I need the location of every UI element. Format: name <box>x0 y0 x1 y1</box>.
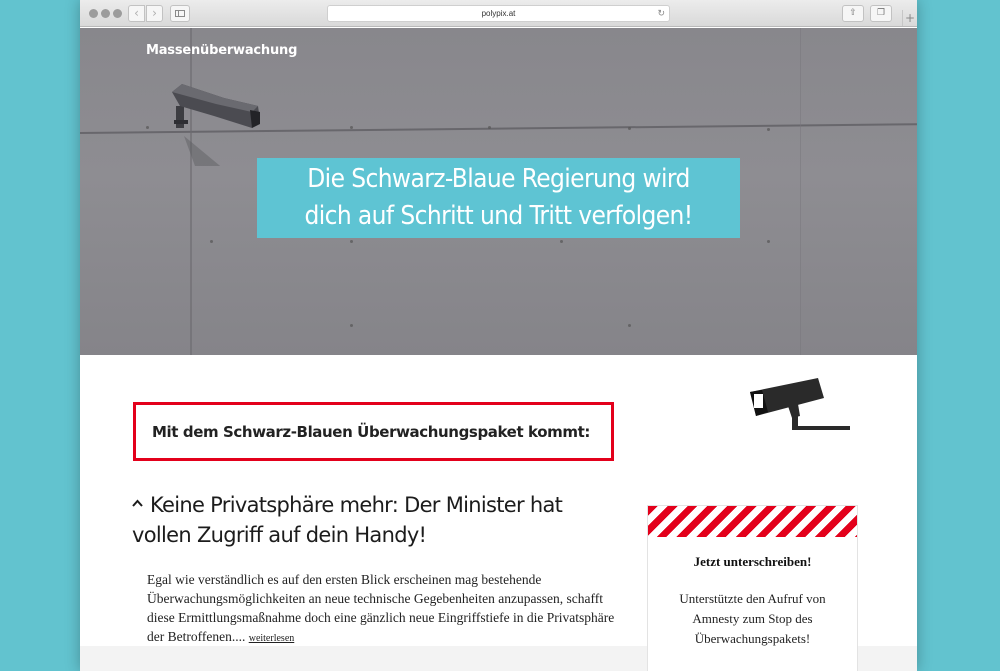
back-button[interactable]: ‹ <box>128 5 145 22</box>
petition-line: Unterstützte den Aufruf von <box>679 591 826 606</box>
site-title[interactable]: Massenüberwachung <box>146 43 297 58</box>
section-heading-line: vollen Zugriff auf dein Handy! <box>132 523 427 547</box>
headline-line: Die Schwarz-Blaue Regierung wird <box>307 164 690 194</box>
intro-box-text: Mit dem Schwarz-Blauen Überwachungspaket… <box>152 423 590 441</box>
zoom-window-button[interactable] <box>113 9 122 18</box>
sidebar-toggle-button[interactable] <box>170 5 190 22</box>
wall-rivet <box>146 126 149 129</box>
article-line: Überwachungsmöglichkeiten an neue techni… <box>147 591 603 606</box>
petition-text: Unterstützte den Aufruf von Amnesty zum … <box>648 589 857 649</box>
chevron-up-icon[interactable] <box>132 498 143 509</box>
wall-rivet <box>560 240 563 243</box>
browser-window: ‹ › polypix.at ↻ ⇧ ❐ + Massenüberwachung <box>80 0 917 671</box>
wall-seam <box>800 28 801 355</box>
chevron-right-icon: › <box>152 6 157 20</box>
petition-line: Amnesty zum Stop des <box>692 611 813 626</box>
petition-widget: Jetzt unterschreiben! Unterstützte den A… <box>647 505 858 665</box>
wall-rivet <box>488 126 491 129</box>
article-line-text: der Betroffenen.... <box>147 629 246 644</box>
close-window-button[interactable] <box>89 9 98 18</box>
address-bar[interactable]: polypix.at ↻ <box>327 5 670 22</box>
url-text: polypix.at <box>481 9 516 18</box>
article-line: Egal wie verständlich es auf den ersten … <box>147 572 542 587</box>
article-line: der Betroffenen.... weiterlesen <box>147 627 617 648</box>
hero-banner: Massenüberwachung Die Schwarz-Blaue Regi… <box>80 28 917 355</box>
page-bottom-strip <box>80 646 917 671</box>
wall-rivet <box>210 240 213 243</box>
forward-button[interactable]: › <box>146 5 163 22</box>
chevron-left-icon: ‹ <box>134 6 139 20</box>
wall-rivet <box>767 128 770 131</box>
wall-rivet <box>350 240 353 243</box>
plus-icon: + <box>904 11 916 25</box>
new-tab-button[interactable]: + <box>902 10 917 26</box>
section-heading-text: Keine Privatsphäre mehr: Der Minister ha… <box>150 493 563 517</box>
tabs-icon: ❐ <box>876 8 886 18</box>
sidebar-icon <box>175 10 185 17</box>
article-body: Egal wie verständlich es auf den ersten … <box>147 570 617 648</box>
browser-toolbar: ‹ › polypix.at ↻ ⇧ ❐ + <box>80 0 917 27</box>
read-more-link[interactable]: weiterlesen <box>249 633 295 644</box>
wall-rivet <box>350 324 353 327</box>
wall-rivet <box>628 127 631 130</box>
reload-icon[interactable]: ↻ <box>657 6 665 21</box>
wall-rivet <box>767 240 770 243</box>
warning-stripes <box>648 506 857 537</box>
minimize-window-button[interactable] <box>101 9 110 18</box>
show-tabs-button[interactable]: ❐ <box>870 5 892 22</box>
share-icon: ⇧ <box>849 8 857 18</box>
cctv-camera-icon <box>750 378 850 430</box>
intro-box: Mit dem Schwarz-Blauen Überwachungspaket… <box>133 402 614 461</box>
petition-widget-continuation <box>647 646 858 671</box>
security-camera-photo <box>172 84 260 166</box>
headline-banner: Die Schwarz-Blaue Regierung wird dich au… <box>257 158 740 238</box>
wall-rivet <box>628 324 631 327</box>
share-button[interactable]: ⇧ <box>842 5 864 22</box>
article-line: diese Ermittlungsmaßnahme doch eine gänz… <box>147 610 615 625</box>
wall-rivet <box>350 126 353 129</box>
section-heading-line: Keine Privatsphäre mehr: Der Minister ha… <box>132 490 602 520</box>
petition-title[interactable]: Jetzt unterschreiben! <box>648 554 857 570</box>
headline-line: dich auf Schritt und Tritt verfolgen! <box>304 201 693 231</box>
section-heading[interactable]: Keine Privatsphäre mehr: Der Minister ha… <box>132 490 602 550</box>
